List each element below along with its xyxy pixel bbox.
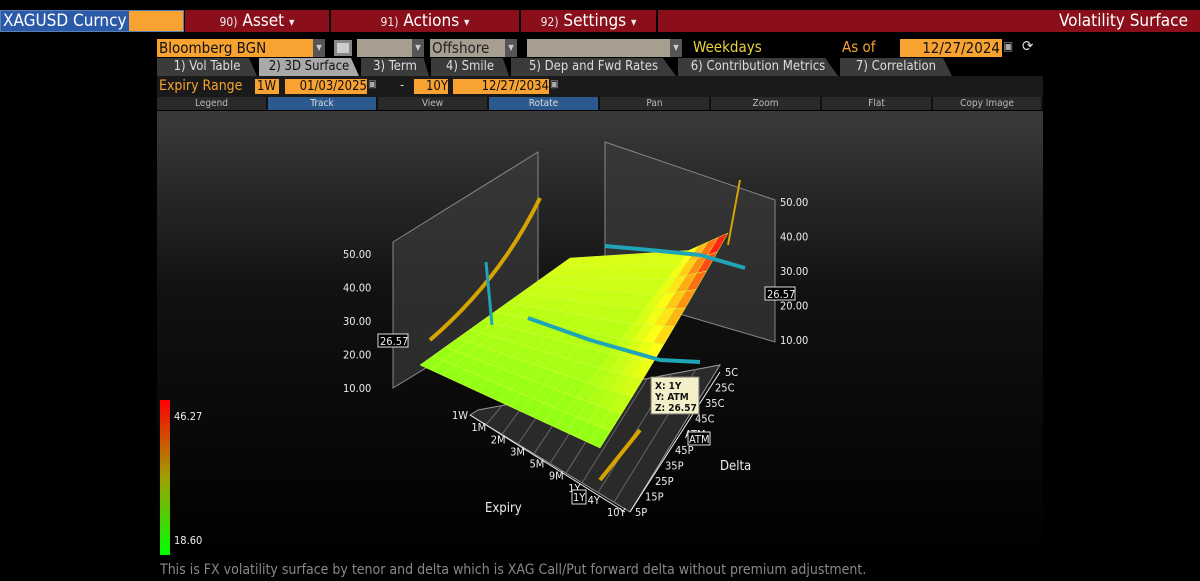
marker-expiry: 1Y [573,491,586,504]
as-of-date-input[interactable]: 12/27/2024 [900,39,1002,57]
delta-tick: 45C [695,413,715,426]
tab-contribution-metrics[interactable]: 6) Contribution Metrics [678,58,838,76]
source-select[interactable]: Bloomberg BGN [157,39,313,57]
menu-asset[interactable]: 90) Asset ▾ [185,10,331,32]
window-title: Volatility Surface [1058,11,1188,31]
tab-term[interactable]: 3) Term [361,58,429,76]
delta-tick: 25C [715,382,735,395]
chevron-down-icon[interactable]: ▼ [313,39,325,57]
toolbar-pan[interactable]: Pan [600,97,711,110]
delta-tick: 5C [725,366,738,379]
colorbar [160,400,170,555]
toolbar-legend[interactable]: Legend [157,97,268,110]
refresh-icon[interactable]: ⟳ [1022,37,1033,55]
menu-settings[interactable]: 92) Settings ▾ [521,10,658,32]
expiry-tick: 9M [549,470,564,483]
expiry-range-label: Expiry Range [159,78,243,94]
delta-axis-title: Delta [720,459,751,474]
delta-tick: 5P [635,506,647,519]
chevron-down-icon[interactable]: ▼ [412,39,424,57]
colorbar-min: 18.60 [174,534,202,547]
marker-z-right: 26.57 [767,288,795,301]
day-count-label: Weekdays [693,38,762,56]
expiry-axis-title: Expiry [485,501,522,516]
calendar-icon[interactable]: ▣ [1003,39,1013,53]
marker-delta: ATM [689,433,710,446]
tab-3d-surface[interactable]: 2) 3D Surface [259,58,359,76]
z-tick-right: 40.00 [780,231,808,244]
z-tick-left: 10.00 [343,382,371,395]
toolbar-rotate[interactable]: Rotate [489,97,600,110]
tooltip-x: X: 1Y [655,381,682,392]
calendar-select[interactable] [527,39,670,57]
expiry-tick: 5M [530,458,545,471]
z-tick-left: 20.00 [343,349,371,362]
from-date-input[interactable]: 01/03/2025 [285,79,367,94]
footer-note: This is FX volatility surface by tenor a… [160,562,867,578]
toolbar-track[interactable]: Track [268,97,378,110]
delta-tick: 15P [645,490,664,503]
expiry-tick: 1M [471,421,486,434]
calendar-icon[interactable]: ▣ [550,79,559,90]
to-tenor-input[interactable]: 10Y [414,79,448,94]
toolbar-flat[interactable]: Flat [822,97,933,110]
save-icon[interactable] [334,40,352,56]
ticker-input[interactable]: XAGUSD Curncy [0,10,184,32]
tooltip-z: Z: 26.57 [655,403,697,414]
delta-tick: 25P [655,475,674,488]
tab-smile[interactable]: 4) Smile [431,58,509,76]
marker-z-left: 26.57 [380,335,408,348]
tooltip: X: 1Y Y: ATM Z: 26.57 [650,376,700,415]
z-tick-left: 40.00 [343,282,371,295]
expiry-tick: 3M [510,445,525,458]
delta-tick: 35C [705,397,725,410]
toolbar-view[interactable]: View [378,97,489,110]
delta-tick: 35P [665,459,684,472]
z-tick-right: 20.00 [780,300,808,313]
surface-chart[interactable]: 1W1M2M3M5M9M1Y4Y10Y5P15P25P35P45PATM45C3… [157,111,1043,561]
expiry-tick: 10Y [607,506,627,519]
chevron-down-icon[interactable]: ▼ [670,39,682,57]
chevron-down-icon[interactable]: ▼ [505,39,517,57]
menu-actions[interactable]: 91) Actions ▾ [331,10,521,32]
expiry-tick: 4Y [588,494,601,507]
location-select[interactable]: Offshore [430,39,505,57]
tab-dep-fwd-rates[interactable]: 5) Dep and Fwd Rates [511,58,676,76]
menu-bar: 90) Asset ▾ 91) Actions ▾ 92) Settings ▾… [185,10,1200,32]
calendar-icon[interactable]: ▣ [368,79,377,90]
z-tick-right: 10.00 [780,334,808,347]
blank-select[interactable] [357,39,412,57]
tooltip-y: Y: ATM [654,392,689,403]
expiry-tick: 1W [452,409,468,422]
z-tick-left: 50.00 [343,248,371,261]
as-of-label: As of [842,38,876,56]
z-tick-right: 30.00 [780,265,808,278]
range-separator: - [400,78,405,93]
tab-correlation[interactable]: 7) Correlation [840,58,952,76]
z-tick-right: 50.00 [780,196,808,209]
from-tenor-input[interactable]: 1W [255,79,279,94]
toolbar-zoom[interactable]: Zoom [711,97,822,110]
colorbar-max: 46.27 [174,410,202,423]
z-tick-left: 30.00 [343,315,371,328]
toolbar-copy-image[interactable]: Copy Image [933,97,1043,110]
to-date-input[interactable]: 12/27/2034 [453,79,549,94]
expiry-tick: 2M [491,433,506,446]
tab-vol-table[interactable]: 1) Vol Table [157,58,257,76]
